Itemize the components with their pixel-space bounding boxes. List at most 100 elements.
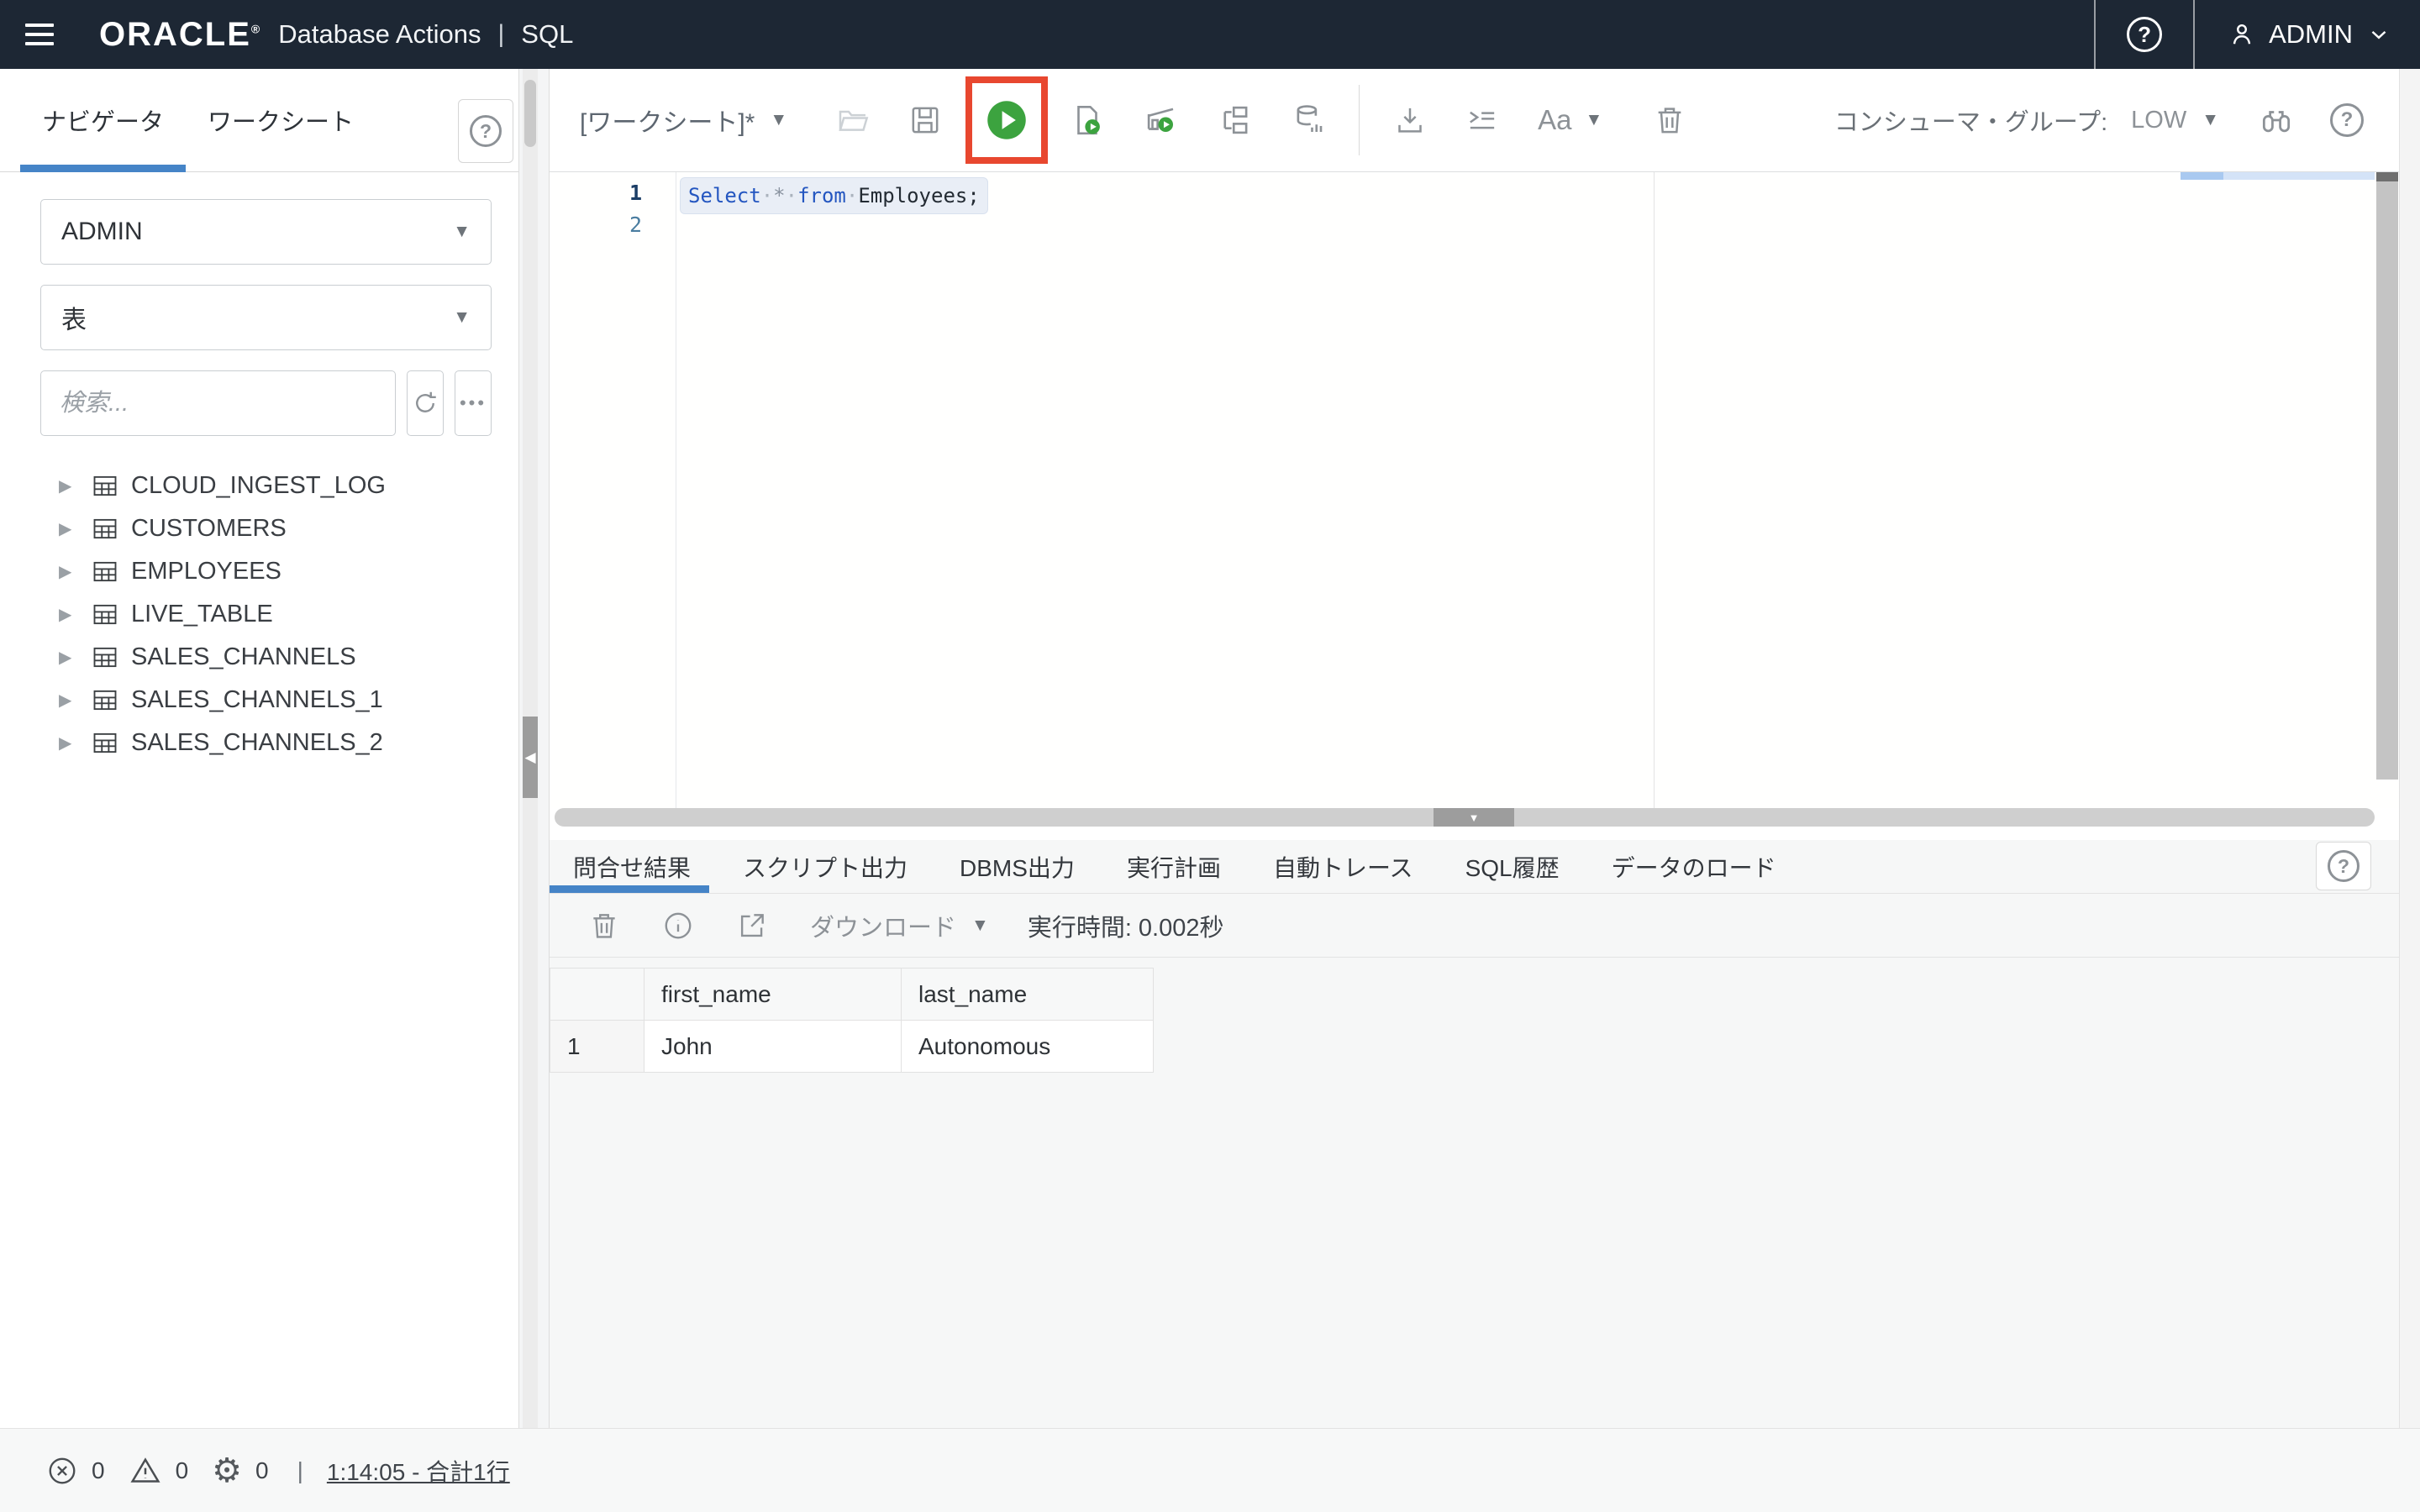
tab-sql-history[interactable]: SQL履歴 — [1465, 840, 1560, 893]
schema-select[interactable]: ADMIN ▼ — [40, 199, 492, 265]
cell-last-name[interactable]: Autonomous — [901, 1020, 1154, 1073]
row-number-header[interactable] — [550, 968, 644, 1021]
session-summary-link[interactable]: 1:14:05 - 合計1行 — [327, 1454, 510, 1488]
status-bar: 0 0 ⚙ 0 | 1:14:05 - 合計1行 — [0, 1428, 2420, 1512]
info-button[interactable] — [662, 910, 694, 942]
tree-item-sales-channels[interactable]: ▶ SALES_CHANNELS — [40, 636, 492, 679]
chevron-down-icon: ▼ — [1585, 110, 1603, 129]
tab-navigator[interactable]: ナビゲータ — [20, 69, 187, 172]
chevron-down-icon[interactable]: ▼ — [770, 110, 787, 130]
tree-expand-icon[interactable]: ▶ — [59, 518, 79, 539]
consumer-group-value[interactable]: LOW — [2131, 107, 2186, 134]
find-binoculars-button[interactable] — [2258, 102, 2295, 139]
worksheet-help-button[interactable]: ? — [2330, 103, 2364, 137]
top-header-bar: ORACLE® Database Actions | SQL ? ADMIN — [0, 0, 2420, 69]
tab-autotrace[interactable]: 自動トレース — [1273, 840, 1413, 893]
header-help-button[interactable]: ? — [2096, 0, 2193, 69]
annotation-highlight-rectangle — [965, 76, 1049, 164]
chevron-down-icon[interactable]: ▼ — [971, 916, 989, 936]
consumer-group-label: コンシューマ・グループ: — [1833, 109, 2108, 136]
warnings-status[interactable]: 0 — [129, 1454, 189, 1488]
open-in-new-window-button[interactable] — [736, 910, 768, 942]
save-button[interactable] — [908, 103, 942, 137]
sidebar-tab-bar: ナビゲータ ワークシート ? — [0, 69, 518, 172]
tree-item-employees[interactable]: ▶ EMPLOYEES — [40, 550, 492, 593]
tree-expand-icon[interactable]: ▶ — [59, 690, 79, 711]
tab-dbms-output[interactable]: DBMS出力 — [960, 840, 1075, 893]
sidebar-collapse-handle[interactable]: ◀ — [523, 717, 538, 798]
status-separator: | — [297, 1457, 303, 1483]
clear-results-button[interactable] — [588, 910, 620, 942]
cell-first-name[interactable]: John — [644, 1020, 902, 1073]
refresh-button[interactable] — [407, 370, 444, 436]
editor-results-splitter[interactable]: ▼ — [555, 808, 2375, 827]
format-code-button[interactable] — [1465, 103, 1499, 137]
tree-expand-icon[interactable]: ▶ — [59, 732, 79, 753]
splitter-collapse-handle[interactable]: ▼ — [1434, 808, 1514, 827]
more-options-button[interactable]: ••• — [455, 370, 492, 436]
editor-scrollbar-cap — [2376, 172, 2398, 181]
tab-query-result[interactable]: 問合せ結果 — [549, 840, 710, 893]
navigator-sidebar: ナビゲータ ワークシート ? ADMIN ▼ 表 ▼ ••• — [0, 69, 519, 1428]
explain-plan-button[interactable] — [1144, 102, 1179, 138]
tree-item-sales-channels-2[interactable]: ▶ SALES_CHANNELS_2 — [40, 722, 492, 764]
run-script-button[interactable] — [1070, 102, 1105, 138]
hamburger-menu-icon[interactable] — [25, 24, 54, 45]
tree-item-cloud-ingest-log[interactable]: ▶ CLOUD_INGEST_LOG — [40, 465, 492, 507]
download-results-button[interactable]: ダウンロード — [810, 908, 956, 943]
tasks-status[interactable]: ⚙ 0 — [212, 1454, 268, 1488]
tree-expand-icon[interactable]: ▶ — [59, 604, 79, 625]
results-help-button[interactable]: ? — [2316, 842, 2371, 890]
database-objects-button[interactable] — [1292, 102, 1327, 138]
schema-select-value: ADMIN — [61, 218, 143, 245]
column-header-first-name[interactable]: first_name — [644, 968, 902, 1021]
search-input[interactable] — [40, 370, 396, 436]
warning-count: 0 — [175, 1457, 189, 1483]
collapse-left-icon: ◀ — [524, 748, 536, 765]
sidebar-splitter[interactable]: ◀ — [523, 69, 538, 1428]
editor-scrollbar-thumb[interactable] — [2376, 181, 2398, 780]
open-file-button[interactable] — [836, 103, 870, 137]
row-number-cell[interactable]: 1 — [550, 1020, 644, 1073]
tab-worksheet[interactable]: ワークシート — [186, 69, 376, 171]
sidebar-help-button[interactable]: ? — [458, 99, 513, 163]
tree-expand-icon[interactable]: ▶ — [59, 561, 79, 582]
error-count: 0 — [92, 1457, 105, 1483]
clear-worksheet-button[interactable] — [1653, 103, 1686, 137]
tree-expand-icon[interactable]: ▶ — [59, 475, 79, 496]
user-menu[interactable]: ADMIN — [2195, 0, 2420, 69]
download-editor-button[interactable] — [1393, 103, 1427, 137]
tree-item-sales-channels-1[interactable]: ▶ SALES_CHANNELS_1 — [40, 679, 492, 722]
worksheet-name-label[interactable]: [ワークシート]* — [580, 102, 755, 139]
autotrace-button[interactable] — [1218, 102, 1253, 138]
errors-status[interactable]: 0 — [46, 1455, 105, 1487]
tree-item-live-table[interactable]: ▶ LIVE_TABLE — [40, 593, 492, 636]
tab-explain-plan[interactable]: 実行計画 — [1127, 840, 1221, 893]
run-statement-button[interactable] — [985, 98, 1028, 142]
chevron-down-icon: ▼ — [453, 307, 471, 327]
results-toolbar: ダウンロード ▼ 実行時間: 0.002秒 — [550, 894, 2400, 958]
line-number: 1 — [629, 181, 642, 205]
table-icon — [92, 517, 118, 540]
result-grid-row[interactable]: 1 John Autonomous — [550, 1020, 1154, 1073]
chevron-down-icon[interactable]: ▼ — [2202, 110, 2219, 130]
results-panel: 問合せ結果 スクリプト出力 DBMS出力 実行計画 自動トレース SQL履歴 デ… — [549, 840, 2400, 1428]
code-area[interactable]: Select·*·from·Employees; — [676, 177, 2375, 214]
tab-data-load[interactable]: データのロード — [1612, 840, 1776, 893]
search-row: ••• — [40, 370, 492, 436]
column-header-last-name[interactable]: last_name — [901, 968, 1154, 1021]
header-right-group: ? ADMIN — [2094, 0, 2420, 69]
result-grid: first_name last_name 1 John Autonomous — [550, 968, 1154, 1073]
sql-code-editor[interactable]: 1 2 Select·*·from·Employees; — [550, 172, 2400, 808]
font-size-control[interactable]: Aa ▼ — [1538, 104, 1602, 136]
sidebar-scrollbar-thumb[interactable] — [524, 80, 536, 147]
window-scrollbar-track[interactable] — [2399, 69, 2420, 1428]
line-number: 2 — [629, 213, 642, 237]
tab-script-output[interactable]: スクリプト出力 — [743, 840, 908, 893]
table-icon — [92, 689, 118, 711]
editor-overview-strip — [2181, 172, 2375, 180]
code-line-1: Select·*·from·Employees; — [680, 177, 988, 214]
tree-item-customers[interactable]: ▶ CUSTOMERS — [40, 507, 492, 550]
object-type-select[interactable]: 表 ▼ — [40, 285, 492, 350]
tree-expand-icon[interactable]: ▶ — [59, 647, 79, 668]
